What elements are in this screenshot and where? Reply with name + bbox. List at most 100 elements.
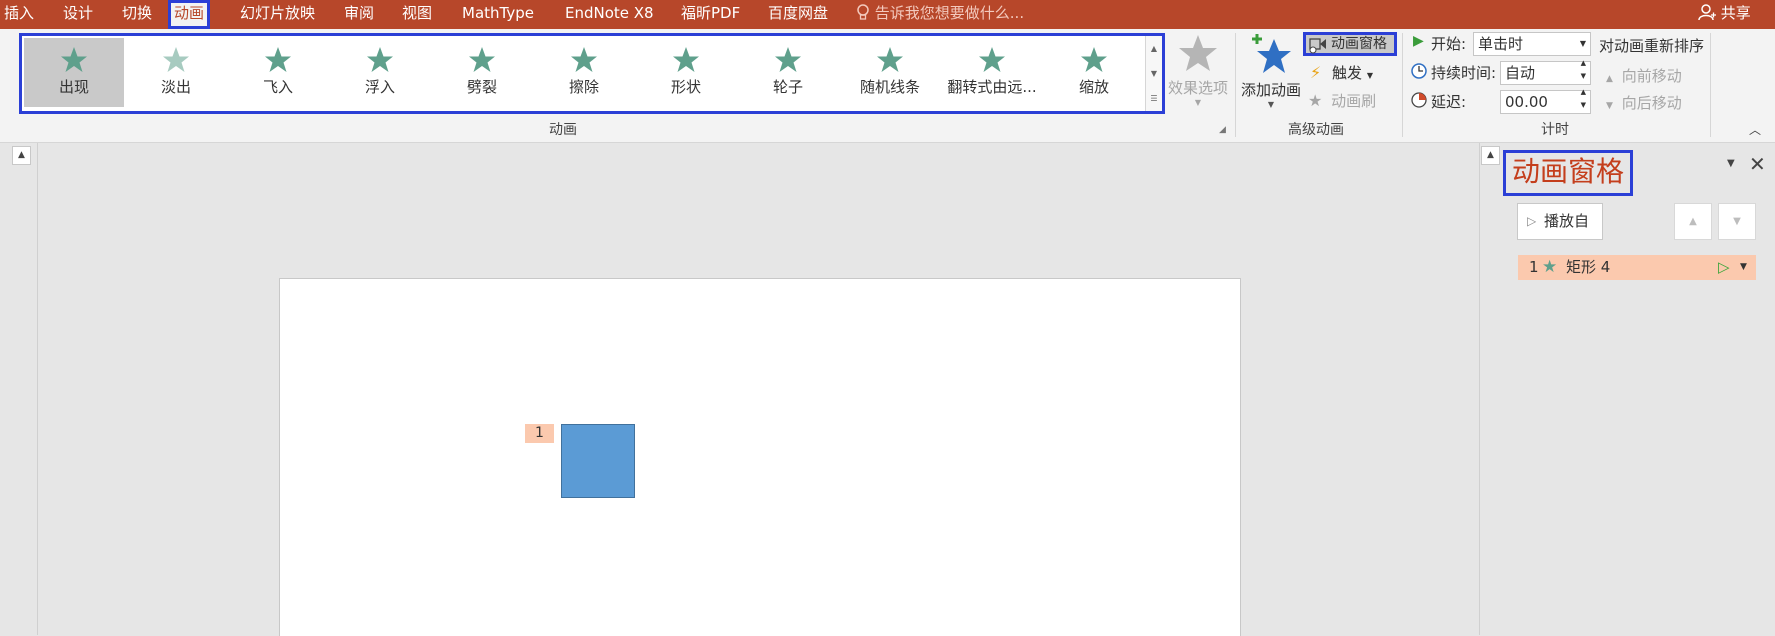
pane-title: 动画窗格 xyxy=(1503,150,1634,196)
delay-label: 延迟: xyxy=(1431,93,1467,111)
chevron-down-icon: ▼ xyxy=(1366,71,1373,80)
add-star-icon xyxy=(1252,34,1291,73)
animation-wipe[interactable]: 擦除 xyxy=(534,38,634,107)
play-from-button[interactable]: ▷ 播放自 xyxy=(1517,203,1603,240)
tab-slideshow[interactable]: 幻灯片放映 xyxy=(240,0,315,29)
animation-painter-button[interactable]: ★ 动画刷 xyxy=(1308,90,1376,111)
move-earlier-label: 向前移动 xyxy=(1621,67,1682,85)
animation-float-in[interactable]: 浮入 xyxy=(330,38,430,107)
reorder-title: 对动画重新排序 xyxy=(1599,37,1705,55)
animation-list-item[interactable]: 1 ★ 矩形 4 ▷ ▼ xyxy=(1518,255,1756,280)
tab-baidu-netdisk[interactable]: 百度网盘 xyxy=(768,0,828,29)
star-random-bars-icon xyxy=(877,47,903,72)
move-earlier-button[interactable]: ▲ 向前移动 xyxy=(1606,65,1682,86)
play-triangle-icon: ▷ xyxy=(1718,258,1730,276)
tab-transitions[interactable]: 切换 xyxy=(122,0,152,29)
duration-value: 自动 xyxy=(1505,64,1536,82)
slide-canvas[interactable]: 1 xyxy=(279,278,1241,636)
start-value: 单击时 xyxy=(1478,35,1524,53)
triangle-down-icon: ▼ xyxy=(1733,216,1741,227)
animation-order-tag[interactable]: 1 xyxy=(525,424,554,443)
star-fade-icon xyxy=(163,47,189,72)
slide-vertical-scrollbar[interactable]: ▲ xyxy=(1479,143,1501,635)
animation-random-bars[interactable]: 随机线条 xyxy=(840,38,940,107)
tell-me-search[interactable]: 告诉我您想要做什么... xyxy=(856,0,1024,29)
lightning-icon: ⚡ xyxy=(1310,63,1322,82)
add-animation-button[interactable]: 添加动画 ▼ xyxy=(1240,33,1302,115)
trigger-button[interactable]: ⚡ 触发 ▼ xyxy=(1310,62,1373,83)
animation-fade[interactable]: 淡出 xyxy=(126,38,226,107)
move-down-button[interactable]: ▼ xyxy=(1718,203,1756,240)
animation-pane-button[interactable]: 动画窗格 xyxy=(1303,32,1397,56)
animation-label: 擦除 xyxy=(568,78,599,96)
animation-label: 飞入 xyxy=(262,78,293,96)
group-label-timing: 计时 xyxy=(1541,122,1569,138)
collapse-ribbon-icon[interactable]: ︿ xyxy=(1749,121,1761,138)
tab-endnote[interactable]: EndNote X8 xyxy=(565,0,654,29)
animation-label: 缩放 xyxy=(1078,78,1109,96)
ribbon: 出现 淡出 飞入 浮入 劈裂 擦除 形状 轮子 随机线条 翻转式由远... 缩放 ▲ ▼ ☰ 动画 … xyxy=(0,29,1775,143)
tab-view[interactable]: 视图 xyxy=(402,0,432,29)
rectangle-shape[interactable] xyxy=(561,424,635,498)
tab-insert[interactable]: 插入 xyxy=(4,0,34,29)
item-number: 1 xyxy=(1529,258,1539,276)
tab-review[interactable]: 审阅 xyxy=(344,0,374,29)
animation-zoom[interactable]: 缩放 xyxy=(1044,38,1144,107)
animation-appear[interactable]: 出现 xyxy=(24,38,124,107)
animation-label: 轮子 xyxy=(772,78,803,96)
animation-shape[interactable]: 形状 xyxy=(636,38,736,107)
clock-icon xyxy=(1411,63,1427,79)
animation-label: 劈裂 xyxy=(466,78,497,96)
star-zoom-icon xyxy=(1081,47,1107,72)
animation-wheel[interactable]: 轮子 xyxy=(738,38,838,107)
ribbon-tab-bar: 插入 设计 切换 动画 幻灯片放映 审阅 视图 MathType EndNote… xyxy=(0,0,1775,29)
duration-label: 持续时间: xyxy=(1431,64,1497,82)
group-label-advanced: 高级动画 xyxy=(1288,122,1344,138)
scroll-up-icon[interactable]: ▲ xyxy=(1481,146,1500,165)
star-wipe-icon xyxy=(571,47,597,72)
effect-options-label: 效果选项 xyxy=(1167,79,1228,97)
star-gray-icon xyxy=(1179,35,1217,71)
pane-options-icon[interactable]: ▼ xyxy=(1727,158,1735,169)
chevron-down-icon[interactable]: ▼ xyxy=(1740,255,1747,280)
chevron-down-icon: ▼ xyxy=(1579,39,1586,48)
dialog-launcher-icon[interactable]: ◢ xyxy=(1219,125,1226,135)
gallery-more[interactable]: ☰ xyxy=(1146,86,1162,111)
start-dropdown[interactable]: 单击时 ▼ xyxy=(1473,32,1591,56)
scroll-up-icon[interactable]: ▲ xyxy=(12,146,31,165)
tab-foxit-pdf[interactable]: 福昕PDF xyxy=(681,0,740,29)
item-name: 矩形 4 xyxy=(1566,258,1611,276)
star-wheel-icon xyxy=(775,47,801,72)
tab-animations[interactable]: 动画 xyxy=(168,0,211,29)
share-button[interactable]: 共享 xyxy=(1698,0,1751,29)
move-later-button[interactable]: ▼ 向后移动 xyxy=(1606,92,1682,113)
animation-label: 翻转式由远... xyxy=(947,78,1037,96)
person-icon xyxy=(1698,4,1716,21)
duration-spinner[interactable]: 自动 ▲ ▼ xyxy=(1500,59,1591,85)
move-later-label: 向后移动 xyxy=(1621,94,1682,112)
animation-label: 淡出 xyxy=(160,78,191,96)
star-appear-icon xyxy=(61,47,87,72)
animation-gallery: 出现 淡出 飞入 浮入 劈裂 擦除 形状 轮子 随机线条 翻转式由远... 缩放 ▲ ▼ ☰ xyxy=(19,33,1165,114)
effect-options-button[interactable]: 效果选项 ▼ xyxy=(1167,33,1229,113)
star-icon: ★ xyxy=(1542,257,1558,277)
animation-split[interactable]: 劈裂 xyxy=(432,38,532,107)
move-up-button[interactable]: ▲ xyxy=(1674,203,1712,240)
star-float-in-icon xyxy=(367,47,393,72)
gallery-scroll-down[interactable]: ▼ xyxy=(1146,61,1162,86)
play-outline-icon: ▷ xyxy=(1527,214,1537,228)
tab-mathtype[interactable]: MathType xyxy=(462,0,534,29)
trigger-label: 触发 xyxy=(1332,64,1363,82)
tab-design[interactable]: 设计 xyxy=(63,0,93,29)
group-label-animation: 动画 xyxy=(549,122,577,138)
animation-label: 浮入 xyxy=(364,78,395,96)
start-label: 开始: xyxy=(1431,35,1467,53)
delay-spinner[interactable]: 00.00 ▲ ▼ xyxy=(1500,88,1591,114)
animation-fly-in[interactable]: 飞入 xyxy=(228,38,328,107)
gallery-scrollbar[interactable]: ▲ ▼ ☰ xyxy=(1145,36,1162,111)
gallery-scroll-up[interactable]: ▲ xyxy=(1146,36,1162,61)
spinner-arrows-icon: ▲ ▼ xyxy=(1580,59,1586,80)
animation-grow-turn[interactable]: 翻转式由远... xyxy=(942,38,1042,107)
close-icon[interactable]: ✕ xyxy=(1749,152,1766,176)
delay-value: 00.00 xyxy=(1505,93,1548,111)
